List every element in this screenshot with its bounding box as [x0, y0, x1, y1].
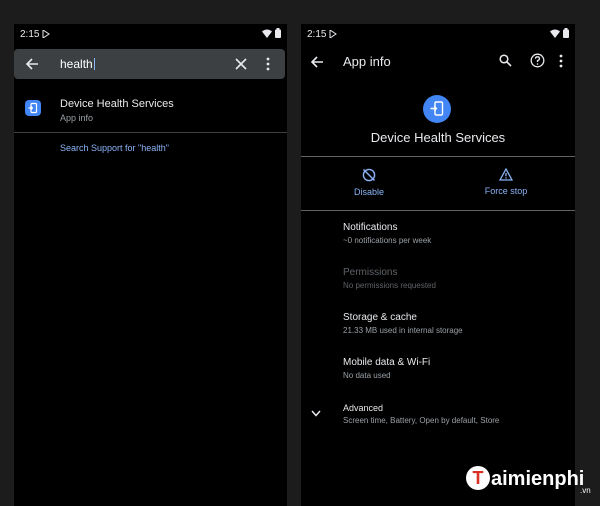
force-stop-button[interactable]: Force stop	[456, 168, 556, 196]
preference-title: Mobile data & Wi-Fi	[343, 357, 431, 368]
preference-title: Storage & cache	[343, 312, 417, 323]
status-bar: 2:15	[301, 24, 575, 44]
divider	[14, 132, 287, 133]
app-info-screen: 2:15 App info Device Health Services Dis…	[301, 24, 575, 506]
mobile-data-preference[interactable]: Mobile data & Wi-Fi No data used	[343, 357, 430, 380]
preference-summary: No data used	[343, 371, 391, 380]
notifications-preference[interactable]: Notifications ~0 notifications per week	[343, 222, 431, 245]
more-vert-icon[interactable]	[559, 54, 563, 68]
search-screen: 2:15 health Device Health Services App i…	[14, 24, 287, 506]
preference-summary: Screen time, Battery, Open by default, S…	[343, 416, 500, 425]
preference-title: Permissions	[343, 267, 398, 278]
search-result-title: Device Health Services	[60, 98, 174, 110]
app-name: Device Health Services	[370, 130, 506, 145]
status-time: 2:15	[20, 29, 40, 40]
app-bar: App info	[301, 46, 575, 80]
preference-title: Notifications	[343, 222, 398, 233]
force-stop-label: Force stop	[484, 186, 528, 196]
close-icon[interactable]	[235, 58, 247, 70]
page-title: App info	[343, 54, 391, 69]
battery-icon	[563, 28, 569, 38]
permissions-preference: Permissions No permissions requested	[343, 267, 436, 290]
arrow-back-icon[interactable]	[310, 55, 324, 69]
storage-preference[interactable]: Storage & cache 21.33 MB used in interna…	[343, 312, 463, 335]
preference-summary: 21.33 MB used in internal storage	[343, 326, 463, 335]
watermark-letter: T	[466, 466, 490, 490]
wifi-icon	[550, 29, 560, 38]
arrow-back-icon[interactable]	[25, 57, 39, 71]
search-query-text: health	[60, 57, 93, 71]
play-store-icon	[329, 30, 337, 38]
text-cursor	[93, 58, 95, 70]
watermark-brand: aimienphi	[491, 468, 585, 490]
battery-icon	[275, 28, 281, 38]
status-bar: 2:15	[14, 24, 287, 44]
search-result-subtitle: App info	[60, 113, 94, 123]
advanced-preference[interactable]: Advanced Screen time, Battery, Open by d…	[343, 403, 499, 425]
play-store-icon	[42, 30, 50, 38]
status-time: 2:15	[307, 29, 327, 40]
search-support-link[interactable]: Search Support for "health"	[60, 143, 169, 153]
search-input[interactable]: health	[60, 57, 95, 71]
divider	[301, 156, 575, 157]
watermark-suffix: .vn	[580, 486, 591, 495]
disable-button[interactable]: Disable	[319, 168, 419, 197]
preference-title: Advanced	[343, 403, 384, 413]
device-health-app-icon	[25, 100, 41, 116]
disable-icon	[319, 168, 419, 182]
wifi-icon	[262, 29, 272, 38]
chevron-down-icon[interactable]	[311, 410, 321, 417]
warning-triangle-icon	[456, 168, 556, 181]
search-bar[interactable]: health	[14, 49, 285, 79]
divider	[301, 210, 575, 211]
disable-label: Disable	[353, 187, 384, 197]
help-icon[interactable]	[530, 53, 545, 68]
more-vert-icon[interactable]	[266, 57, 270, 71]
watermark-logo: T aimienphi .vn	[466, 466, 591, 495]
search-icon[interactable]	[499, 54, 512, 67]
preference-summary: ~0 notifications per week	[343, 236, 432, 245]
search-result-item[interactable]: Device Health Services App info	[14, 88, 287, 128]
preference-summary: No permissions requested	[343, 281, 436, 290]
device-health-app-icon	[423, 95, 451, 123]
